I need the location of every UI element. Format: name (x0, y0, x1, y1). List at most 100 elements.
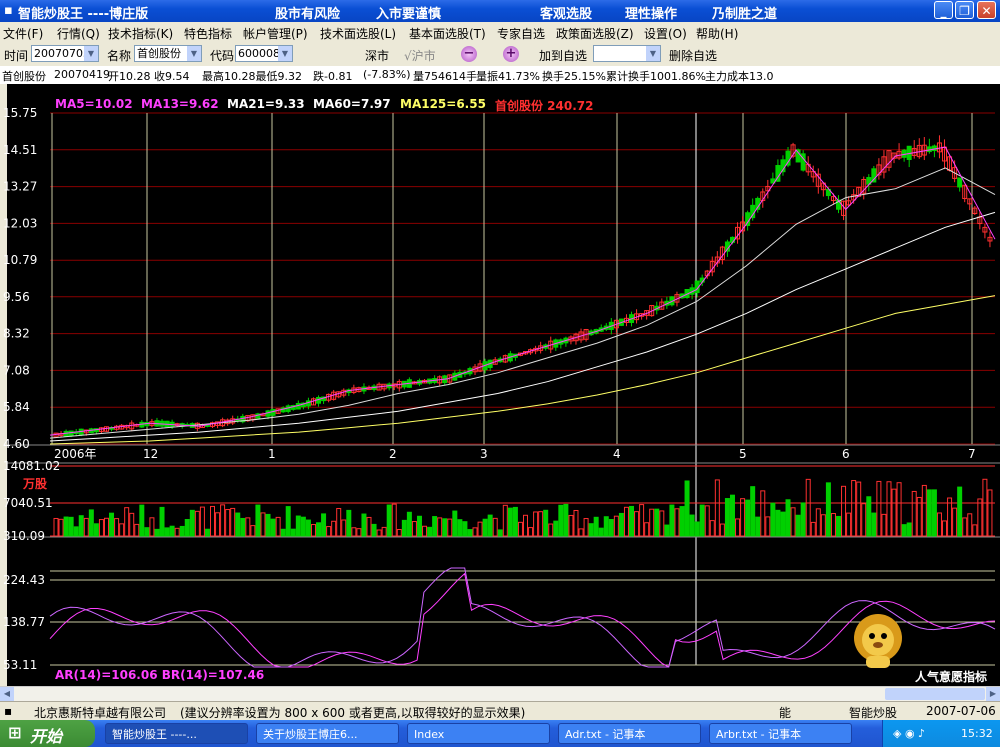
menu-bar: 文件(F) 行情(Q) 技术指标(K) 特色指标 帐户管理(P) 技术面选股(L… (0, 22, 1000, 42)
candle-body (447, 374, 453, 383)
menu-settings[interactable]: 设置(O) (644, 25, 687, 42)
candle-body (699, 277, 705, 283)
candle-body (78, 428, 84, 436)
favorites-select[interactable]: ▼ (593, 45, 661, 62)
candle-body (477, 363, 483, 372)
volume-bar (836, 515, 841, 537)
volume-bar (729, 494, 735, 537)
zoom-out-button[interactable]: − (461, 46, 477, 62)
horizontal-scrollbar[interactable]: ◀ ▶ (0, 686, 1000, 701)
task-adr-notepad[interactable]: Adr.txt - 记事本 (558, 723, 701, 744)
candle-body (109, 427, 115, 430)
menu-quote[interactable]: 行情(Q) (57, 25, 100, 42)
chevron-down-icon[interactable]: ▼ (187, 46, 201, 61)
candle-body (497, 358, 503, 363)
add-favorite-button[interactable]: 加到自选 (539, 47, 587, 64)
code-select[interactable]: 600008 ▼ (235, 45, 293, 62)
menu-expert[interactable]: 专家自选 (497, 25, 545, 42)
legend-ma21: MA21=9.33 (227, 97, 305, 111)
candle-body (134, 424, 140, 427)
close-button[interactable]: ✕ (977, 1, 996, 19)
slogan-3: 客观选股 (540, 7, 593, 22)
indicator-tick-label: 138.77 (3, 615, 45, 629)
status-tip: (建议分辨率设置为 800 x 600 或者更高,以取得较好的显示效果) (180, 706, 526, 720)
menu-file[interactable]: 文件(F) (3, 25, 43, 42)
volume-bar (719, 523, 725, 537)
remove-favorite-button[interactable]: 删除自选 (669, 47, 717, 64)
scroll-thumb[interactable] (885, 688, 985, 700)
system-tray: ◈ ◉ ♪ 15:32 (882, 720, 1000, 747)
menu-fund-select[interactable]: 基本面选股(T) (409, 25, 486, 42)
volume-bar (679, 506, 685, 537)
info-high-low: 最高10.28最低9.32 (202, 70, 302, 83)
candle-body (745, 212, 751, 226)
menu-indicators[interactable]: 技术指标(K) (108, 25, 173, 42)
menu-tech-select[interactable]: 技术面选股(L) (320, 25, 396, 42)
legend-stock: 首创股份 240.72 (495, 99, 594, 113)
name-select[interactable]: 首创股份 ▼ (134, 45, 202, 62)
volume-bar (265, 513, 271, 537)
task-smart-stock[interactable]: 智能炒股王 ----... (105, 723, 248, 744)
candle-body (679, 293, 685, 299)
candle-body (709, 261, 715, 273)
volume-bar (765, 516, 771, 537)
price-tick-label: 10.79 (3, 253, 37, 267)
task-index[interactable]: Index (407, 723, 550, 744)
candle-body (321, 396, 327, 402)
scroll-right-icon[interactable]: ▶ (986, 687, 1000, 701)
menu-policy-select[interactable]: 政策面选股(Z) (556, 25, 634, 42)
candle-body (487, 359, 493, 369)
volume-bar (361, 513, 367, 537)
info-main-cost: 主力成本13.0 (705, 70, 774, 83)
volume-unit: 万股 (23, 477, 48, 491)
start-button[interactable]: ⊞ 开始 (0, 720, 95, 747)
task-about[interactable]: 关于炒股王博庄6... (256, 723, 399, 744)
volume-bar (154, 528, 160, 537)
task-arbr-notepad[interactable]: Arbr.txt - 记事本 (709, 723, 852, 744)
volume-bar (164, 527, 170, 537)
market-sh-option[interactable]: √沪市 (404, 47, 436, 64)
candle-body (255, 413, 261, 419)
menu-special[interactable]: 特色指标 (184, 25, 232, 42)
chevron-down-icon[interactable]: ▼ (646, 46, 660, 61)
volume-bar (416, 515, 422, 537)
chevron-down-icon[interactable]: ▼ (278, 46, 292, 61)
volume-bar (654, 508, 660, 537)
candle-body (184, 423, 190, 427)
volume-bar (83, 517, 89, 537)
volume-bar (240, 517, 246, 537)
volume-bar (613, 515, 619, 537)
menu-account[interactable]: 帐户管理(P) (243, 25, 308, 42)
candle-body (199, 424, 205, 429)
volume-bar (210, 505, 215, 537)
scroll-left-icon[interactable]: ◀ (0, 687, 14, 701)
volume-bar (957, 486, 963, 537)
zoom-in-button[interactable]: + (503, 46, 519, 62)
candle-body (613, 319, 619, 329)
candle-body (204, 424, 210, 427)
volume-bar (775, 509, 781, 537)
candle-body (598, 327, 604, 332)
volume-bar (760, 490, 766, 537)
candle-body (972, 207, 978, 214)
candle-body (103, 426, 109, 432)
market-sz-option[interactable]: 深市 (365, 47, 389, 64)
candle-body (437, 376, 443, 384)
candle-body (346, 389, 352, 394)
minimize-button[interactable]: _ (934, 1, 953, 19)
window-title: 智能炒股王 ----博庄版 (18, 7, 149, 22)
maximize-button[interactable]: ❐ (955, 1, 974, 19)
candle-body (73, 431, 79, 435)
price-tick-label: 4.60 (3, 437, 30, 451)
chevron-down-icon[interactable]: ▼ (84, 46, 98, 61)
volume-bar (598, 527, 604, 537)
menu-help[interactable]: 帮助(H) (696, 25, 738, 42)
volume-bar (906, 522, 912, 537)
date-tick-label: 1 (268, 447, 276, 461)
candle-body (936, 142, 942, 153)
volume-bar (507, 507, 513, 537)
candle-body (331, 391, 337, 400)
task-label: 智能炒股王 ----... (112, 728, 197, 741)
candle-body (593, 329, 599, 334)
time-select[interactable]: 20070705 ▼ (31, 45, 99, 62)
